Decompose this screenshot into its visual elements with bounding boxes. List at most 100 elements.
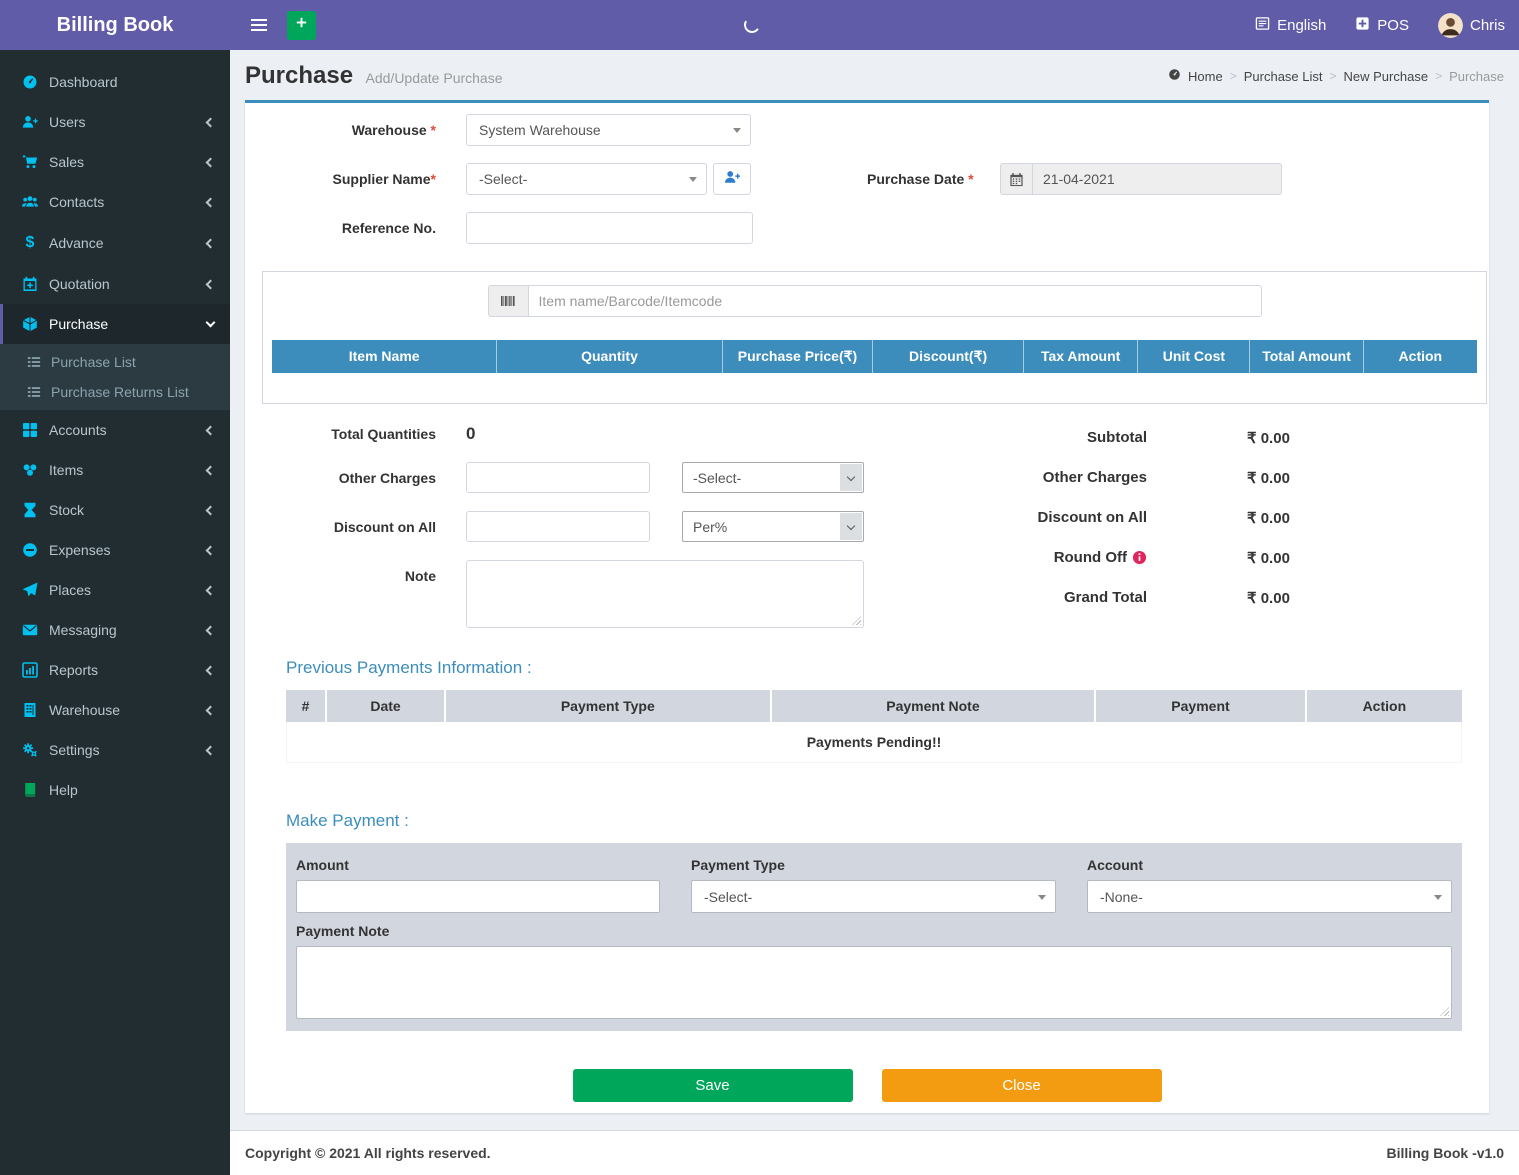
info-icon[interactable]: [1132, 550, 1147, 565]
sidebar-item-accounts[interactable]: Accounts: [0, 410, 230, 450]
sidebar-item-dashboard[interactable]: Dashboard: [0, 62, 230, 102]
note-textarea[interactable]: [466, 560, 864, 628]
main-content: Purchase Add/Update Purchase Home > Purc…: [230, 50, 1519, 1175]
content-header: Purchase Add/Update Purchase Home > Purc…: [230, 50, 1519, 100]
payment-note-textarea[interactable]: [296, 946, 1452, 1019]
sidebar-item-expenses[interactable]: Expenses: [0, 530, 230, 570]
quick-add-button[interactable]: [287, 10, 316, 40]
reference-input[interactable]: [466, 212, 753, 244]
purchase-date-group: [1000, 163, 1282, 195]
breadcrumb-new-purchase[interactable]: New Purchase: [1344, 69, 1429, 84]
page-title: Purchase: [245, 62, 354, 89]
sidebar-item-items[interactable]: Items: [0, 450, 230, 490]
paper-plane-icon: [20, 582, 40, 598]
item-search-input[interactable]: [527, 285, 1262, 317]
top-navbar: Billing Book English POS Chris: [0, 0, 1519, 50]
payment-type-select[interactable]: -Select-: [691, 880, 1056, 913]
form-actions: Save Close: [245, 1069, 1489, 1102]
page-subtitle: Add/Update Purchase: [365, 70, 503, 86]
purchase-form-box: Warehouse * System Warehouse Supplier Na…: [245, 100, 1489, 1113]
sidebar-item-warehouse[interactable]: Warehouse: [0, 690, 230, 730]
other-charges-label: Other Charges: [338, 469, 436, 486]
navbar: English POS Chris: [230, 0, 1519, 50]
loading-spinner-icon: [742, 15, 762, 35]
breadcrumb-purchase-list[interactable]: Purchase List: [1244, 69, 1323, 84]
add-supplier-button[interactable]: [713, 163, 751, 195]
round-off-label: Round Off: [977, 549, 1147, 566]
purchase-submenu: Purchase List Purchase Returns List: [0, 344, 230, 410]
pos-menu[interactable]: POS: [1355, 16, 1409, 35]
bar-chart-icon: [20, 662, 40, 678]
breadcrumb-separator: >: [1435, 69, 1443, 83]
sidebar-item-advance[interactable]: $ Advance: [0, 222, 230, 264]
page-title-group: Purchase Add/Update Purchase: [245, 62, 503, 90]
items-panel: Item Name Quantity Purchase Price(₹) Dis…: [262, 271, 1487, 404]
sidebar-item-messaging[interactable]: Messaging: [0, 610, 230, 650]
list-icon: [25, 355, 43, 369]
language-menu[interactable]: English: [1255, 16, 1326, 35]
sidebar: Dashboard Users Sales Contacts $ Advance: [0, 50, 230, 1175]
column-header-payment-note: Payment Note: [771, 690, 1097, 722]
make-payment-panel: Amount Payment Type -Select- Account -No…: [286, 843, 1462, 1031]
reference-label: Reference No.: [341, 220, 436, 236]
discount-on-all-input[interactable]: [466, 511, 650, 542]
item-search-group: [487, 285, 1262, 317]
sidebar-item-contacts[interactable]: Contacts: [0, 182, 230, 222]
gears-icon: [20, 742, 40, 758]
discount-total-label: Discount on All: [1037, 509, 1147, 526]
breadcrumb-separator: >: [1329, 69, 1337, 83]
grand-total-label: Grand Total: [1063, 589, 1147, 606]
previous-payments-section: Previous Payments Information : # Date P…: [286, 658, 1462, 763]
other-charges-total-label: Other Charges: [1042, 469, 1147, 486]
breadcrumb-home[interactable]: Home: [1188, 69, 1223, 84]
sidebar-item-stock[interactable]: Stock: [0, 490, 230, 530]
chevron-left-icon: [205, 425, 216, 435]
total-quantities-value: 0: [466, 424, 476, 443]
sidebar-item-places[interactable]: Places: [0, 570, 230, 610]
discount-type-select[interactable]: Per%: [682, 511, 864, 542]
plus-square-icon: [1355, 16, 1370, 35]
envelope-icon: [20, 622, 40, 638]
column-header-total-amount: Total Amount: [1250, 340, 1364, 373]
column-header-date: Date: [327, 690, 446, 722]
sidebar-item-help[interactable]: Help: [0, 770, 230, 810]
app-logo[interactable]: Billing Book: [0, 0, 230, 50]
chevron-left-icon: [205, 585, 216, 595]
select-arrow-icon: [840, 464, 862, 491]
sidebar-item-purchase[interactable]: Purchase: [0, 304, 230, 344]
user-avatar: [1437, 12, 1463, 38]
column-header-unit-cost: Unit Cost: [1138, 340, 1251, 373]
sidebar-item-purchase-list[interactable]: Purchase List: [0, 347, 230, 377]
sidebar-toggle-icon[interactable]: [244, 10, 274, 40]
sidebar-item-sales[interactable]: Sales: [0, 142, 230, 182]
supplier-row: Supplier Name* -Select- Purchase Date *: [245, 163, 1489, 195]
sidebar-item-quotation[interactable]: Quotation: [0, 264, 230, 304]
payment-note-label: Payment Note: [296, 923, 390, 939]
other-charges-select[interactable]: -Select-: [682, 462, 864, 493]
sidebar-item-purchase-returns-list[interactable]: Purchase Returns List: [0, 377, 230, 407]
chevron-left-icon: [205, 665, 216, 675]
column-header-index: #: [286, 690, 328, 722]
sidebar-item-reports[interactable]: Reports: [0, 650, 230, 690]
supplier-select[interactable]: -Select-: [466, 163, 707, 195]
warehouse-row: Warehouse * System Warehouse: [245, 114, 1489, 146]
sidebar-item-settings[interactable]: Settings: [0, 730, 230, 770]
dollar-icon: $: [25, 234, 35, 251]
make-payment-section: Make Payment : Amount Payment Type -Sele…: [286, 811, 1462, 1031]
close-button[interactable]: Close: [881, 1069, 1162, 1102]
save-button[interactable]: Save: [572, 1069, 853, 1102]
required-asterisk: *: [968, 171, 974, 187]
amount-input[interactable]: [296, 880, 660, 913]
calendar-icon[interactable]: [1000, 163, 1032, 195]
chevron-left-icon: [205, 545, 216, 555]
note-label: Note: [404, 568, 436, 584]
purchase-date-input[interactable]: [1032, 163, 1282, 195]
round-off-value: ₹ 0.00: [1247, 549, 1290, 567]
column-header-payment: Payment: [1096, 690, 1307, 722]
sidebar-item-users[interactable]: Users: [0, 102, 230, 142]
user-menu[interactable]: Chris: [1437, 12, 1505, 38]
account-select[interactable]: -None-: [1087, 880, 1452, 913]
other-charges-input[interactable]: [466, 462, 650, 493]
warehouse-select[interactable]: System Warehouse: [466, 114, 751, 146]
subtotal-label: Subtotal: [1087, 429, 1147, 446]
